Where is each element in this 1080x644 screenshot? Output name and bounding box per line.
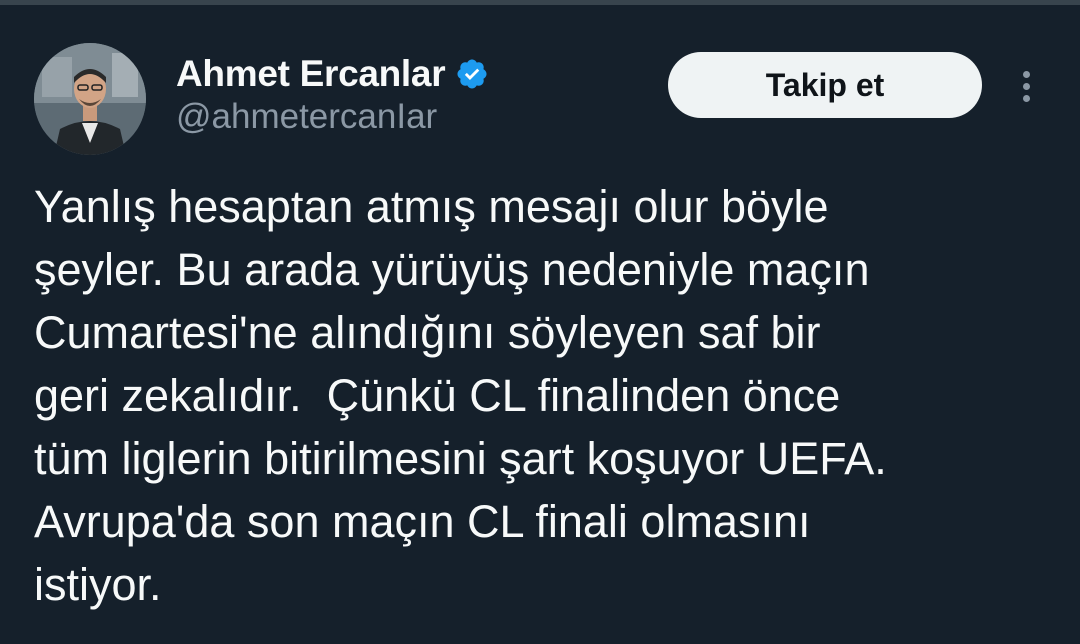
follow-button[interactable]: Takip et <box>668 52 982 118</box>
tweet-text-line: geri zekalıdır. Çünkü CL finalinden önce <box>34 370 841 421</box>
verified-badge-icon <box>455 57 489 91</box>
tweet-text-line: şeyler. Bu arada yürüyüş nedeniyle maçın <box>34 244 870 295</box>
author-display-name[interactable]: Ahmet Ercanlar <box>176 53 446 95</box>
tweet-text: Yanlış hesaptan atmış mesajı olur böyle … <box>34 175 1064 616</box>
more-dot <box>1022 82 1030 90</box>
tweet-text-line: Cumartesi'ne alındığını söyleyen saf bir <box>34 307 821 358</box>
tweet-text-line: Avrupa'da son maçın CL finali olmasını <box>34 496 811 547</box>
author-name-row: Ahmet Ercanlar <box>176 49 489 99</box>
tweet-text-line: istiyor. <box>34 559 162 610</box>
profile-photo-icon <box>34 43 146 155</box>
tweet-card: Ahmet Ercanlar @ahmetercanIar Takip et Y… <box>0 5 1080 644</box>
avatar[interactable] <box>34 43 146 155</box>
more-options-icon[interactable] <box>1008 63 1044 109</box>
more-dot <box>1022 70 1030 78</box>
more-dot <box>1022 94 1030 102</box>
author-handle[interactable]: @ahmetercanIar <box>176 97 437 137</box>
tweet-text-line: Yanlış hesaptan atmış mesajı olur böyle <box>34 181 829 232</box>
tweet-text-line: tüm liglerin bitirilmesini şart koşuyor … <box>34 433 887 484</box>
